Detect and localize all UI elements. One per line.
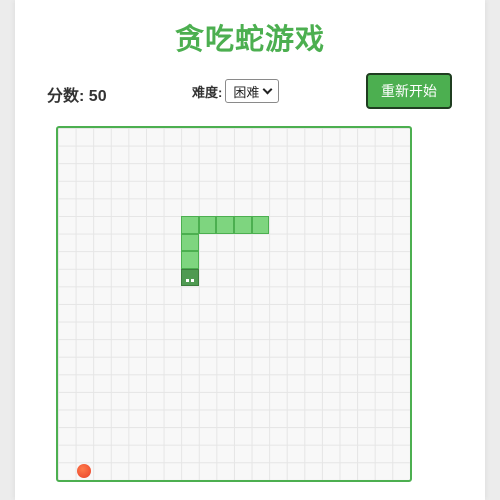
snake-segment <box>198 216 217 234</box>
food-item <box>77 464 92 479</box>
restart-button[interactable]: 重新开始 <box>366 73 452 109</box>
snake-segment <box>216 216 234 234</box>
score-value: 50 <box>88 88 107 105</box>
snake-head <box>181 268 199 287</box>
snake-segment <box>234 216 252 234</box>
difficulty-select[interactable]: 困难 <box>225 79 280 103</box>
snake-segment <box>181 233 199 252</box>
difficulty-label: 难度: <box>192 84 223 100</box>
score-label: 分数: <box>47 88 85 105</box>
game-board[interactable] <box>56 126 412 482</box>
snake-segment <box>181 251 199 269</box>
snake-segment <box>251 216 270 234</box>
snake-segment <box>181 216 199 234</box>
difficulty-selected-value: 困难 <box>233 84 260 100</box>
snake-eye <box>190 279 194 283</box>
game-title: 贪吃蛇游戏 <box>174 24 325 56</box>
score-display: 分数: 50 <box>47 82 107 106</box>
chevron-down-icon <box>262 84 273 94</box>
difficulty-control: 难度: 困难 <box>192 79 280 103</box>
snake-eye <box>186 279 190 283</box>
